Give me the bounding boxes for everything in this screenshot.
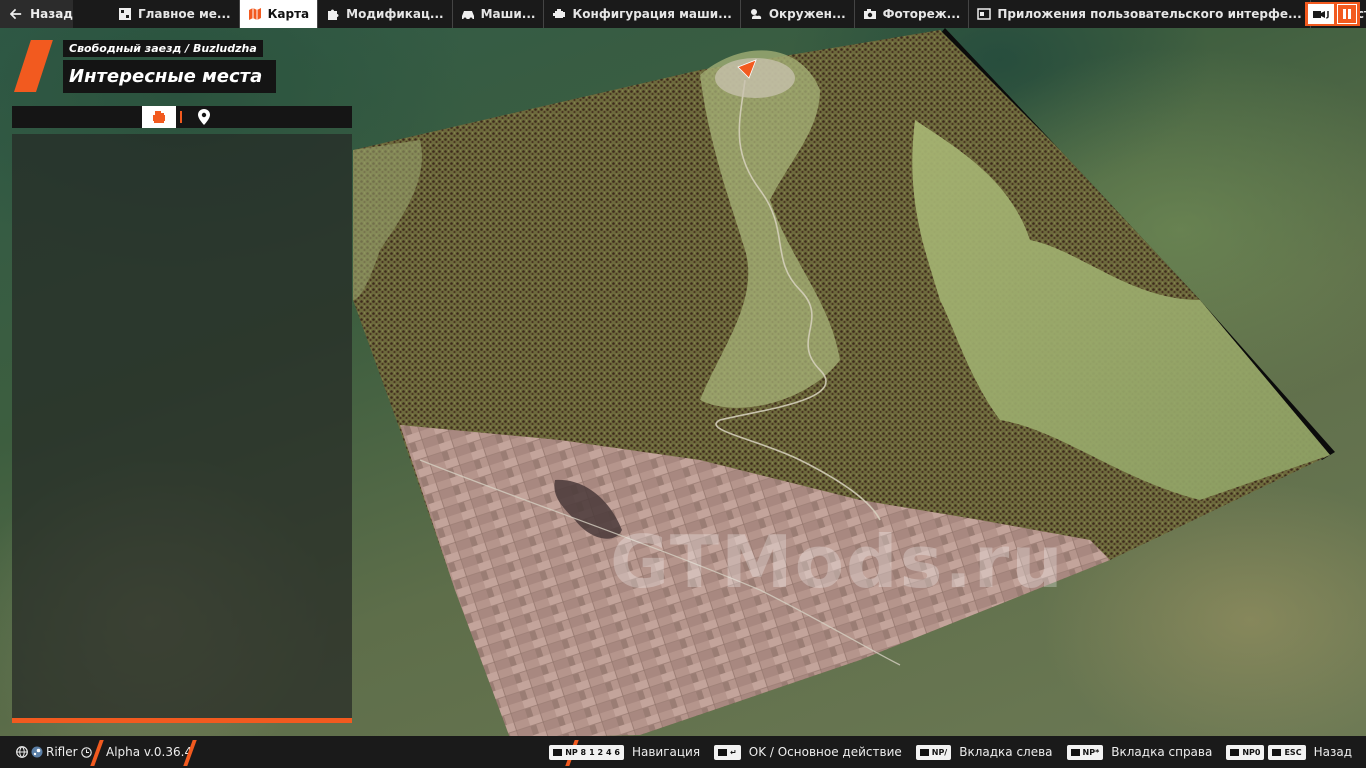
pause-button[interactable]: [1337, 4, 1357, 24]
dashboard-icon: [119, 8, 131, 20]
hint-tab-left: NP/ Вкладка слева: [915, 744, 1053, 760]
breadcrumb: Свободный заезд / Buzludzha: [63, 40, 263, 57]
hint-label: Вкладка слева: [959, 745, 1053, 759]
keyboard-icon: [1230, 748, 1240, 756]
globe-icon: [16, 746, 28, 758]
poi-list-panel[interactable]: [12, 134, 352, 718]
keyboard-icon: [919, 748, 929, 756]
tab-label: Карта: [267, 7, 310, 21]
hint-tab-right: NP* Вкладка справа: [1066, 744, 1213, 760]
tab-label: Маши...: [480, 7, 536, 21]
divider-slash: [90, 740, 104, 766]
engine-icon: [553, 9, 566, 18]
top-navigation-bar: Назад Главное ме... Карта Модификац... М…: [0, 0, 1366, 28]
pause-icon: [1343, 9, 1351, 19]
hint-label: OK / Основное действие: [748, 745, 902, 759]
tab-photo-mode[interactable]: Фоторeж...: [855, 0, 970, 28]
keyboard-key: NP/: [915, 744, 952, 760]
bottom-status-bar: Rifler Alpha v.0.36.4 NP 8 1 2 4 6 Навиг…: [0, 736, 1366, 768]
tab-label: Фоторeж...: [882, 7, 961, 21]
location-pin-icon: [198, 109, 210, 125]
steam-icon: [31, 746, 43, 758]
tab-vehicle-config[interactable]: Конфигурация маши...: [544, 0, 741, 28]
summit-area: [715, 58, 795, 98]
puzzle-icon: [328, 9, 339, 20]
record-key-label: J: [1326, 9, 1330, 19]
hint-ok: ↵ OK / Основное действие: [714, 744, 902, 760]
main-tabs: Главное ме... Карта Модификац... Маши...…: [110, 0, 1366, 28]
panel-tab-poi[interactable]: [190, 106, 218, 128]
panel-accent-bar: [12, 718, 352, 723]
keyboard-key: ↵: [714, 744, 741, 760]
keyboard-icon: [1272, 748, 1282, 756]
version-label: Alpha v.0.36.4: [106, 745, 193, 759]
record-controls: J: [1305, 2, 1360, 26]
map-icon: [248, 8, 261, 20]
tab-label: Окружен...: [768, 7, 846, 21]
back-button[interactable]: Назад: [0, 0, 73, 28]
tab-label: Модификац...: [346, 7, 444, 21]
weather-icon: [750, 9, 762, 19]
panel-tab-separator: [180, 111, 182, 123]
arrow-left-icon: [10, 8, 22, 20]
page-title: Интересные места: [63, 60, 277, 93]
back-label: Назад: [30, 7, 73, 21]
hint-back: NP0 ESC Назад: [1226, 744, 1352, 760]
keyboard-key: NP0: [1226, 744, 1265, 760]
hint-navigation: NP 8 1 2 4 6 Навигация: [549, 744, 701, 760]
keyboard-icon: [1070, 748, 1080, 756]
panel-tab-vehicle[interactable]: [142, 106, 176, 128]
tab-ui-apps[interactable]: Приложения пользовательского интерфе...: [969, 0, 1311, 28]
clock-icon: [80, 746, 92, 758]
tab-vehicles[interactable]: Маши...: [453, 0, 545, 28]
tab-label: Главное ме...: [138, 7, 231, 21]
tab-label: Конфигурация маши...: [572, 7, 732, 21]
keyboard-key: ESC: [1268, 744, 1306, 760]
panel-tabs: [12, 106, 352, 128]
car-icon: [461, 11, 474, 21]
tab-map[interactable]: Карта: [239, 0, 319, 28]
vehicle-icon: [153, 111, 165, 123]
keyboard-key: NP*: [1066, 744, 1104, 760]
apps-icon: [977, 8, 992, 20]
control-hints: NP 8 1 2 4 6 Навигация ↵ OK / Основное д…: [541, 736, 1352, 768]
tab-environment[interactable]: Окружен...: [741, 0, 855, 28]
recorder-icon: [1312, 11, 1325, 18]
hint-label: Вкладка справа: [1111, 745, 1213, 759]
camera-icon: [863, 9, 876, 19]
keyboard-icon: [553, 748, 563, 756]
hint-label: Навигация: [631, 745, 701, 759]
tab-mods[interactable]: Модификац...: [318, 0, 453, 28]
keyboard-icon: [718, 748, 728, 756]
tab-label: Приложения пользовательского интерфе...: [997, 7, 1302, 21]
hint-label: Назад: [1313, 745, 1352, 759]
username: Rifler: [46, 745, 78, 759]
replay-record-button[interactable]: J: [1308, 4, 1334, 24]
tab-main-menu[interactable]: Главное ме...: [110, 0, 240, 28]
keyboard-key: NP 8 1 2 4 6: [549, 744, 624, 760]
user-info[interactable]: Rifler: [16, 736, 92, 768]
